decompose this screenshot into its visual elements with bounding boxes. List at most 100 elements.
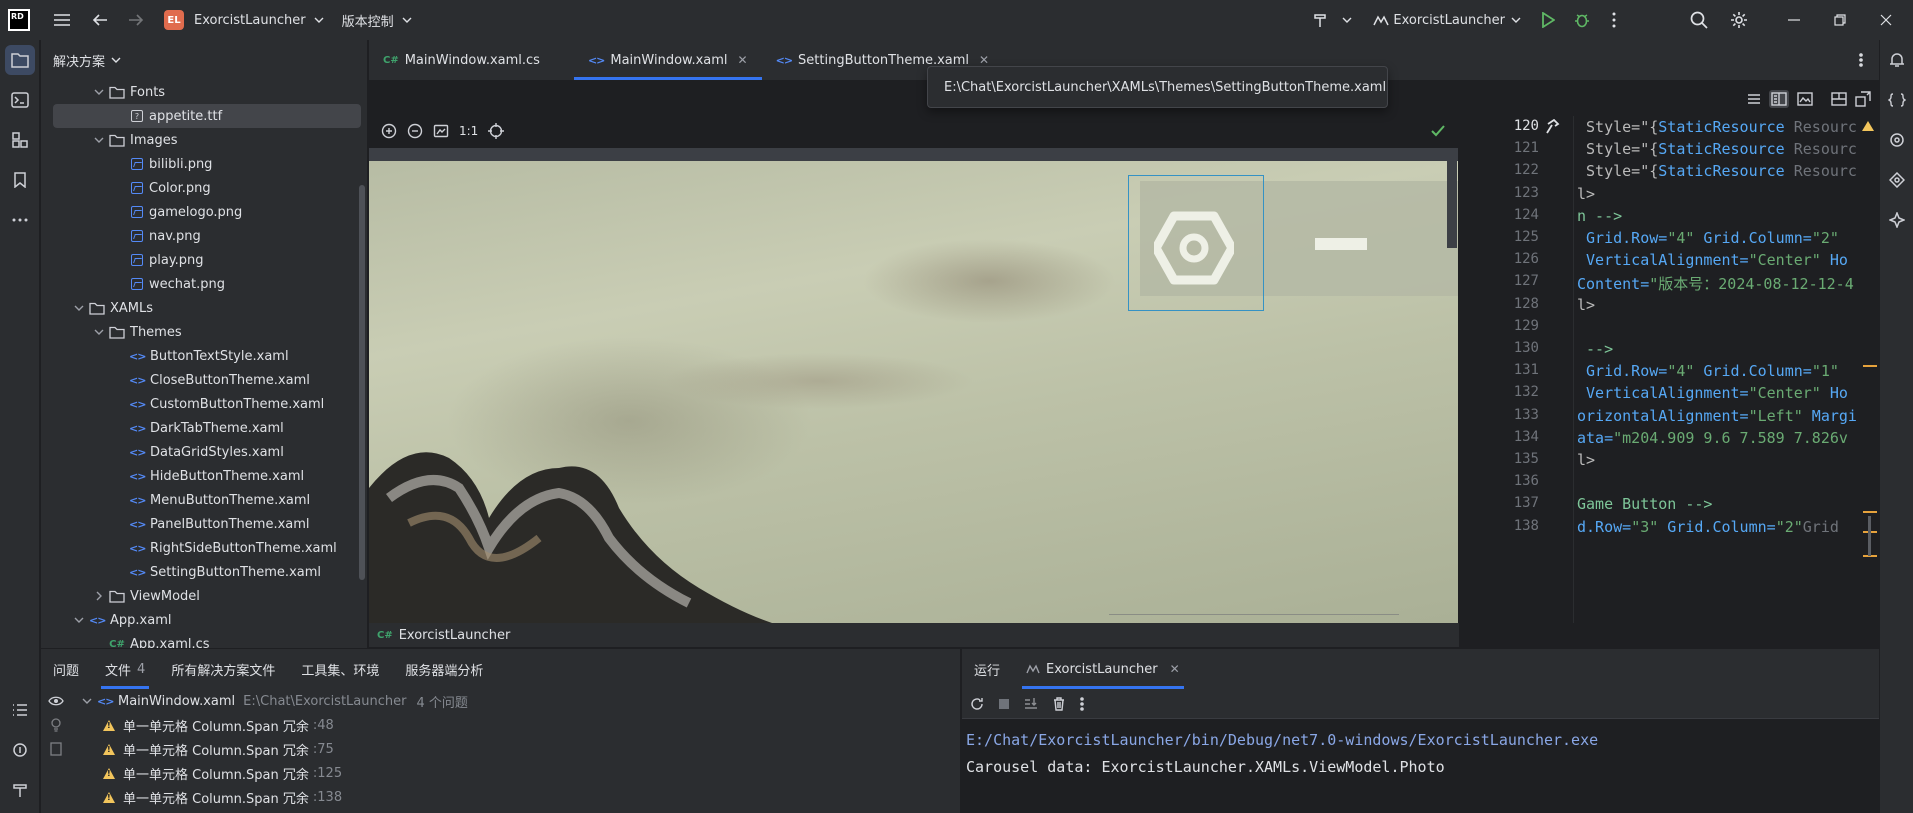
- xaml-preview-canvas[interactable]: [369, 148, 1458, 623]
- tree-item-image[interactable]: gamelogo.png: [41, 200, 367, 224]
- tree-item-folder[interactable]: XAMLs: [41, 296, 367, 320]
- chevron-down-icon[interactable]: [93, 326, 105, 338]
- problems-tab[interactable]: 文件 4: [100, 649, 150, 689]
- tree-item-xaml[interactable]: <> CustomButtonTheme.xaml: [41, 392, 367, 416]
- terminal-tool-window-button[interactable]: [0, 80, 40, 120]
- scroll-to-end-icon[interactable]: [1024, 697, 1038, 711]
- text-only-view-icon[interactable]: [1747, 93, 1761, 105]
- nuget-tool-button[interactable]: [1880, 160, 1913, 200]
- console-executable-link[interactable]: E:/Chat/ExorcistLauncher/bin/Debug/net7.…: [966, 727, 1879, 754]
- settings-hexagon-icon[interactable]: [1154, 208, 1234, 288]
- tree-item-font[interactable]: ? appetite.ttf: [53, 104, 361, 128]
- hammer-gutter-icon[interactable]: [1545, 119, 1561, 135]
- tree-item-xaml[interactable]: <> ButtonTextStyle.xaml: [41, 344, 367, 368]
- run-play-icon[interactable]: [1531, 0, 1565, 40]
- tree-item-image[interactable]: bilibli.png: [41, 152, 367, 176]
- tree-item-xaml[interactable]: <> App.xaml: [41, 608, 367, 632]
- debug-bug-icon[interactable]: [1565, 0, 1599, 40]
- close-tab-icon[interactable]: ✕: [738, 53, 748, 67]
- error-stripe-marker[interactable]: [1863, 511, 1877, 513]
- tree-item-image[interactable]: play.png: [41, 248, 367, 272]
- chevron-down-icon[interactable]: [73, 614, 85, 626]
- restore-window-icon[interactable]: [1817, 0, 1863, 40]
- project-scrollbar[interactable]: [359, 185, 365, 580]
- problems-tab[interactable]: 所有解决方案文件: [171, 649, 275, 689]
- zoom-out-icon[interactable]: [407, 123, 423, 139]
- back-arrow-icon[interactable]: [82, 0, 118, 40]
- minimize-window-icon[interactable]: [1771, 0, 1817, 40]
- tree-item-folder[interactable]: Images: [41, 128, 367, 152]
- tab-options-icon[interactable]: [1843, 40, 1879, 80]
- tree-item-cs[interactable]: C# App.xaml.cs: [41, 632, 367, 649]
- chevron-down-icon[interactable]: [93, 134, 105, 146]
- tree-item-image[interactable]: wechat.png: [41, 272, 367, 296]
- ai-assistant-button[interactable]: [1880, 200, 1913, 240]
- json-tool-button[interactable]: [1880, 80, 1913, 120]
- tree-item-xaml[interactable]: <> DataGridStyles.xaml: [41, 440, 367, 464]
- problems-tab[interactable]: 服务器端分析: [405, 649, 483, 689]
- problem-item[interactable]: 单一单元格 Column.Span 冗余:138: [81, 785, 960, 809]
- code-scrollbar[interactable]: [1868, 516, 1871, 556]
- run-tab[interactable]: 运行: [974, 649, 1000, 689]
- editor-tab[interactable]: <> MainWindow.xaml ✕: [573, 40, 762, 80]
- crosshair-icon[interactable]: [488, 123, 505, 139]
- project-tool-window-button[interactable]: [0, 40, 40, 80]
- stop-icon[interactable]: [998, 698, 1010, 710]
- zoom-in-icon[interactable]: [381, 123, 397, 139]
- more-actions-icon[interactable]: [1599, 0, 1629, 40]
- problems-tab[interactable]: 工具集、环境: [301, 649, 379, 689]
- chevron-down-icon[interactable]: [73, 302, 85, 314]
- notifications-button[interactable]: [1880, 40, 1913, 80]
- close-tab-icon[interactable]: ✕: [1170, 662, 1180, 676]
- project-switcher[interactable]: EL ExorcistLauncher: [164, 10, 324, 30]
- swap-panes-icon[interactable]: [1855, 91, 1871, 107]
- forward-arrow-icon[interactable]: [118, 0, 154, 40]
- editor-tab[interactable]: C# MainWindow.xaml.cs: [369, 40, 574, 80]
- problem-item[interactable]: 单一单元格 Column.Span 冗余:75: [81, 737, 960, 761]
- tree-item-xaml[interactable]: <> HideButtonTheme.xaml: [41, 464, 367, 488]
- build-tool-window-button[interactable]: [0, 770, 40, 810]
- search-icon[interactable]: [1679, 0, 1719, 40]
- chevron-right-icon[interactable]: [93, 590, 105, 602]
- horizontal-split-icon[interactable]: [1831, 92, 1847, 106]
- tree-item-folder[interactable]: Themes: [41, 320, 367, 344]
- preview-only-view-icon[interactable]: [1797, 92, 1813, 106]
- problems-tool-window-button[interactable]: [0, 690, 40, 730]
- build-hammer-icon[interactable]: [1305, 0, 1335, 40]
- minimize-bar-icon[interactable]: [1315, 238, 1367, 250]
- xaml-code-editor[interactable]: 120 121 122 123 124 125 126 127 128 129 130 131 132 1…: [1459, 116, 1879, 623]
- error-stripe-marker[interactable]: [1863, 365, 1877, 367]
- tree-item-xaml[interactable]: <> SettingButtonTheme.xaml: [41, 560, 367, 584]
- tree-item-xaml[interactable]: <> MenuButtonTheme.xaml: [41, 488, 367, 512]
- actual-size-button[interactable]: 1:1: [459, 124, 478, 138]
- run-console-output[interactable]: E:/Chat/ExorcistLauncher/bin/Debug/net7.…: [962, 719, 1879, 813]
- problem-item[interactable]: 单一单元格 Column.Span 冗余:48: [81, 713, 960, 737]
- tree-item-xaml[interactable]: <> DarkTabTheme.xaml: [41, 416, 367, 440]
- tree-item-xaml[interactable]: <> PanelButtonTheme.xaml: [41, 512, 367, 536]
- tree-item-folder[interactable]: ViewModel: [41, 584, 367, 608]
- problem-item[interactable]: 单一单元格 Column.Span 冗余:125: [81, 761, 960, 785]
- run-configuration-selector[interactable]: ExorcistLauncher: [1373, 13, 1521, 28]
- split-view-icon[interactable]: [1769, 90, 1789, 108]
- close-tab-icon[interactable]: ✕: [979, 53, 989, 67]
- lightbulb-icon[interactable]: [41, 713, 71, 737]
- run-config-tab[interactable]: ExorcistLauncher ✕: [1022, 649, 1184, 689]
- problem-file-row[interactable]: <> MainWindow.xaml E:\Chat\ExorcistLaunc…: [81, 689, 960, 713]
- tree-item-folder[interactable]: Fonts: [41, 80, 367, 104]
- close-window-icon[interactable]: [1863, 0, 1909, 40]
- structure-tool-window-button[interactable]: [0, 120, 40, 160]
- rerun-icon[interactable]: [970, 697, 984, 711]
- preview-scrollbar[interactable]: [1447, 148, 1457, 248]
- main-menu-icon[interactable]: [42, 0, 82, 40]
- database-tool-button[interactable]: [1880, 120, 1913, 160]
- vcs-menu[interactable]: 版本控制: [342, 11, 412, 30]
- more-tool-windows-button[interactable]: [0, 200, 40, 240]
- solution-explorer-header[interactable]: 解决方案: [41, 40, 367, 80]
- bookmarks-tool-window-button[interactable]: [0, 160, 40, 200]
- tree-item-xaml[interactable]: <> CloseButtonTheme.xaml: [41, 368, 367, 392]
- preview-pane-icon[interactable]: [41, 737, 71, 761]
- tree-item-xaml[interactable]: <> RightSideButtonTheme.xaml: [41, 536, 367, 560]
- warning-indicator-icon[interactable]: [1861, 120, 1875, 132]
- fit-image-icon[interactable]: [433, 123, 449, 139]
- services-tool-window-button[interactable]: [0, 730, 40, 770]
